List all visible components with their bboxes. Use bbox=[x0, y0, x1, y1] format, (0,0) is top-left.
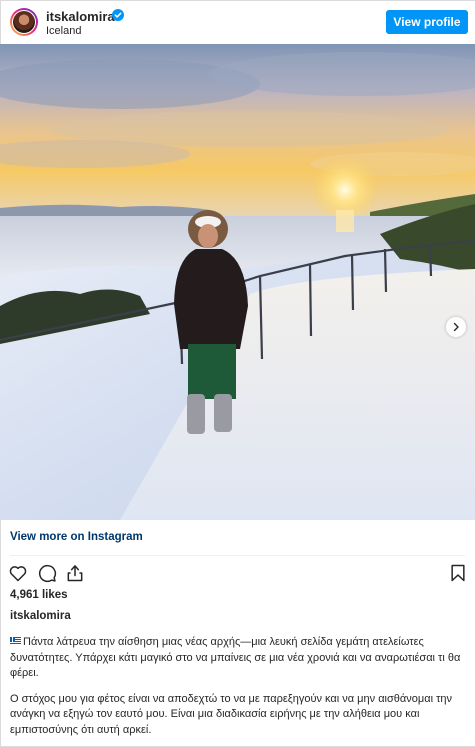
post-username[interactable]: itskalomira bbox=[46, 9, 115, 24]
caption-text: Ο στόχος μου για φέτος είναι να αποδεχτώ… bbox=[10, 692, 453, 736]
post-location[interactable]: Iceland bbox=[46, 25, 81, 37]
divider bbox=[10, 555, 465, 556]
share-icon[interactable] bbox=[65, 563, 85, 583]
view-more-link[interactable]: View more on Instagram bbox=[10, 531, 143, 543]
verified-badge-icon bbox=[112, 9, 124, 21]
likes-count[interactable]: 4,961 likes bbox=[10, 589, 68, 601]
caption-username[interactable]: itskalomira bbox=[10, 610, 71, 622]
greek-flag-icon bbox=[10, 637, 21, 645]
next-slide-button[interactable] bbox=[446, 317, 466, 337]
caption-text: Πάντα λάτρευα την αίσθηση μιας νέας αρχή… bbox=[10, 636, 461, 679]
heart-icon[interactable] bbox=[8, 563, 28, 583]
caption-paragraph: Ο στόχος μου για φέτος είναι να αποδεχτώ… bbox=[10, 692, 468, 739]
avatar-image bbox=[12, 10, 36, 34]
bookmark-icon[interactable] bbox=[448, 563, 468, 583]
post-caption: Πάντα λάτρευα την αίσθηση μιας νέας αρχή… bbox=[10, 635, 468, 747]
post-photo[interactable] bbox=[0, 44, 475, 520]
chevron-right-icon bbox=[453, 322, 459, 332]
comment-icon[interactable] bbox=[37, 563, 57, 583]
avatar[interactable] bbox=[10, 8, 38, 36]
caption-paragraph: Πάντα λάτρευα την αίσθηση μιας νέας αρχή… bbox=[10, 635, 468, 682]
post-photo-image bbox=[0, 44, 475, 520]
post-header: itskalomira Iceland View profile bbox=[0, 0, 475, 44]
view-profile-button[interactable]: View profile bbox=[386, 10, 468, 34]
